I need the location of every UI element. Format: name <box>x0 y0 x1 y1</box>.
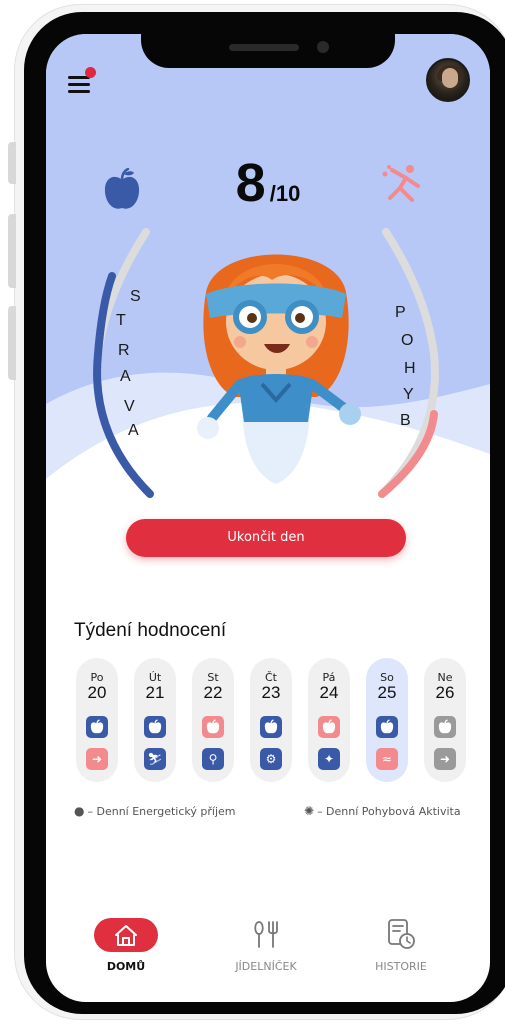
apple-icon <box>376 716 398 738</box>
hamburger-menu-icon[interactable] <box>68 67 96 96</box>
notification-badge <box>85 67 96 78</box>
score-value: 8 <box>235 153 266 213</box>
day-column[interactable]: Út 21 ⛷ <box>134 658 176 782</box>
day-column[interactable]: Po 20 ➜ <box>76 658 118 782</box>
end-day-button[interactable]: Ukončit den <box>126 519 406 557</box>
day-number: 24 <box>319 683 339 702</box>
side-button <box>8 306 16 380</box>
day-number: 26 <box>435 683 455 702</box>
day-column[interactable]: St 22 ⚲ <box>192 658 234 782</box>
legend-food: ● – Denní Energetický příjem <box>74 804 236 818</box>
front-camera <box>317 41 329 53</box>
apple-icon <box>86 716 108 738</box>
speaker <box>229 44 299 51</box>
apple-icon <box>202 716 224 738</box>
strava-label-letter: A <box>120 368 131 385</box>
week-title: Týdení hodnocení <box>74 620 227 641</box>
apple-icon: ● <box>74 804 85 818</box>
legend-food-text: – Denní Energetický příjem <box>87 805 236 818</box>
tab-menu-label[interactable]: JÍDELNÍČEK <box>216 960 316 973</box>
sport-icon[interactable] <box>380 164 424 202</box>
swimming-icon: ≈ <box>376 748 398 770</box>
strava-label-letter: T <box>116 312 126 329</box>
running-icon: ➜ <box>86 748 108 770</box>
day-number: 25 <box>377 683 397 702</box>
pohyb-label-letter: Y <box>403 386 414 403</box>
tab-home-label[interactable]: DOMŮ <box>94 960 158 973</box>
apple-icon <box>260 716 282 738</box>
app-screen: 8/10 Ukončit den Týdení hodnocení ● – De… <box>46 34 490 1002</box>
day-column[interactable]: Čt 23 ⚙ <box>250 658 292 782</box>
strava-label-letter: V <box>124 398 135 415</box>
day-number: 22 <box>203 683 223 702</box>
legend-activity-text: – Denní Pohybová Aktivita <box>317 805 461 818</box>
skiing-icon: ⛷ <box>144 748 166 770</box>
cutlery-icon[interactable] <box>250 918 282 950</box>
day-number: 21 <box>145 683 165 702</box>
pohyb-label-letter: B <box>400 412 411 429</box>
strava-label-letter: A <box>128 422 139 439</box>
day-column[interactable]: Ne 26 ➜ <box>424 658 466 782</box>
apple-icon <box>144 716 166 738</box>
strava-label-letter: S <box>130 288 141 305</box>
day-number: 23 <box>261 683 281 702</box>
day-column[interactable]: So 25 ≈ <box>366 658 408 782</box>
score-max: /10 <box>269 181 301 206</box>
tab-history-label[interactable]: HISTORIE <box>356 960 446 973</box>
activity-icon: ✺ <box>304 804 315 818</box>
legend-activity: ✺ – Denní Pohybová Aktivita <box>304 804 461 818</box>
pohyb-label-letter: H <box>404 360 416 377</box>
side-button <box>8 214 16 288</box>
pohyb-label-letter: O <box>401 332 414 349</box>
menu-bar <box>68 90 90 93</box>
tab-home[interactable] <box>94 918 158 952</box>
running-icon: ➜ <box>434 748 456 770</box>
history-icon[interactable] <box>386 918 416 950</box>
strava-label-letter: R <box>118 342 130 359</box>
apple-icon[interactable] <box>102 168 142 212</box>
apple-icon <box>318 716 340 738</box>
day-column[interactable]: Pá 24 ✦ <box>308 658 350 782</box>
side-button <box>8 142 16 184</box>
pohyb-label-letter: P <box>395 304 406 321</box>
menu-bar <box>68 83 90 86</box>
walking-icon: ⚲ <box>202 748 224 770</box>
cycling-icon: ⚙ <box>260 748 282 770</box>
home-icon <box>115 925 137 946</box>
apple-icon <box>434 716 456 738</box>
exercise-icon: ✦ <box>318 748 340 770</box>
day-number: 20 <box>87 683 107 702</box>
score-gauges <box>93 228 439 498</box>
phone-notch <box>141 34 395 68</box>
